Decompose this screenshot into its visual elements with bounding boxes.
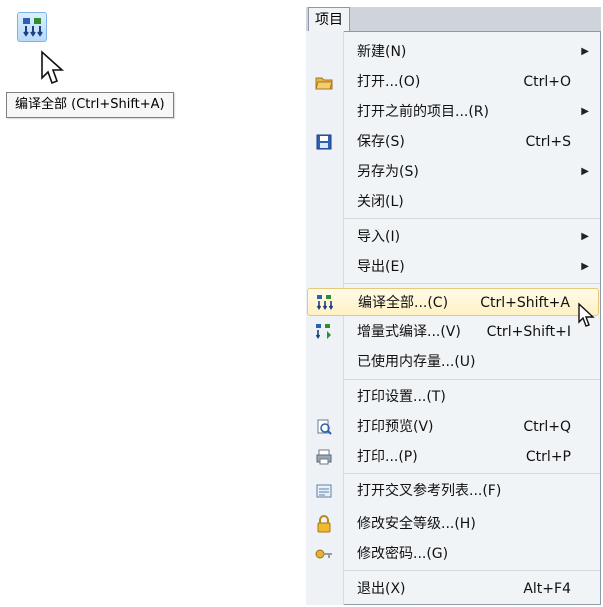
menu-item-save[interactable]: 保存(S) Ctrl+S — [307, 128, 599, 156]
menu-item-exit[interactable]: 退出(X) Alt+F4 — [307, 575, 599, 603]
menu-item-shortcut: Ctrl+O — [523, 74, 571, 90]
incremental-compile-icon — [315, 324, 331, 340]
compile-all-icon — [23, 18, 43, 37]
menu-item-label: 导入(I) — [357, 229, 401, 245]
menu-item-shortcut: Ctrl+Q — [523, 419, 571, 435]
separator — [344, 379, 600, 380]
menu-item-open-recent[interactable]: 打开之前的项目...(R) ▶ — [307, 98, 599, 126]
menu-item-label: 打开交叉参考列表...(F) — [357, 483, 502, 499]
submenu-arrow-icon: ▶ — [581, 231, 589, 242]
mouse-cursor-icon — [578, 302, 595, 327]
menu-item-label: 打印设置...(T) — [357, 389, 446, 405]
submenu-arrow-icon: ▶ — [581, 166, 589, 177]
submenu-arrow-icon: ▶ — [581, 261, 589, 272]
menu-item-label: 打开之前的项目...(R) — [357, 104, 490, 120]
submenu-arrow-icon: ▶ — [581, 106, 589, 117]
menu-item-label: 打印预览(V) — [357, 419, 434, 435]
menu-item-memory-usage[interactable]: 已使用内存量...(U) — [307, 348, 599, 376]
save-icon — [316, 134, 332, 150]
menu-item-open[interactable]: 打开...(O) Ctrl+O — [307, 68, 599, 96]
menu-item-new[interactable]: 新建(N) ▶ — [307, 38, 599, 66]
compile-all-icon — [316, 295, 334, 311]
compile-all-tooltip: 编译全部 (Ctrl+Shift+A) — [6, 92, 174, 118]
menu-item-label: 修改安全等级...(H) — [357, 516, 476, 532]
menu-item-compile-all[interactable]: 编译全部...(C) Ctrl+Shift+A — [307, 288, 599, 316]
separator — [344, 283, 600, 284]
menu-item-label: 新建(N) — [357, 44, 407, 60]
menu-item-cross-reference[interactable]: 打开交叉参考列表...(F) — [307, 477, 599, 505]
menu-item-label: 增量式编译...(V) — [357, 324, 461, 340]
menu-item-label: 导出(E) — [357, 259, 405, 275]
lock-icon — [317, 515, 331, 533]
menu-item-incremental-compile[interactable]: 增量式编译...(V) Ctrl+Shift+I — [307, 318, 599, 346]
menu-item-print-setup[interactable]: 打印设置...(T) — [307, 383, 599, 411]
key-icon — [315, 549, 332, 559]
printer-icon — [316, 449, 332, 465]
menu-item-shortcut: Alt+F4 — [523, 581, 571, 597]
print-preview-icon — [317, 419, 332, 435]
menu-item-shortcut: Ctrl+S — [525, 134, 571, 150]
mouse-cursor-icon — [41, 50, 65, 85]
menu-item-label: 另存为(S) — [357, 164, 419, 180]
cross-reference-icon — [316, 484, 332, 498]
menu-item-export[interactable]: 导出(E) ▶ — [307, 253, 599, 281]
menu-item-label: 退出(X) — [357, 581, 406, 597]
menu-item-shortcut: Ctrl+P — [525, 449, 571, 465]
menu-item-import[interactable]: 导入(I) ▶ — [307, 223, 599, 251]
menu-item-change-password[interactable]: 修改密码...(G) — [307, 540, 599, 568]
separator — [344, 218, 600, 219]
menu-item-shortcut: Ctrl+Shift+I — [486, 324, 571, 340]
menu-item-label: 打印...(P) — [357, 449, 418, 465]
menu-item-label: 编译全部...(C) — [358, 295, 449, 311]
menu-item-print-preview[interactable]: 打印预览(V) Ctrl+Q — [307, 413, 599, 441]
menu-title-project[interactable]: 项目 — [308, 7, 350, 32]
menu-item-label: 修改密码...(G) — [357, 546, 449, 562]
menu-bar — [306, 7, 601, 32]
menu-item-shortcut: Ctrl+Shift+A — [480, 295, 570, 311]
menu-item-label: 已使用内存量...(U) — [357, 354, 476, 370]
separator — [344, 473, 600, 474]
menu-item-print[interactable]: 打印...(P) Ctrl+P — [307, 443, 599, 471]
submenu-arrow-icon: ▶ — [581, 46, 589, 57]
menu-item-security-level[interactable]: 修改安全等级...(H) — [307, 510, 599, 538]
menu-item-label: 打开...(O) — [357, 74, 421, 90]
compile-all-toolbar-button[interactable] — [17, 12, 47, 42]
menu-item-label: 保存(S) — [357, 134, 405, 150]
separator — [344, 570, 600, 571]
menu-item-close[interactable]: 关闭(L) — [307, 188, 599, 216]
folder-open-icon — [315, 77, 333, 90]
menu-item-save-as[interactable]: 另存为(S) ▶ — [307, 158, 599, 186]
menu-item-label: 关闭(L) — [357, 194, 404, 210]
